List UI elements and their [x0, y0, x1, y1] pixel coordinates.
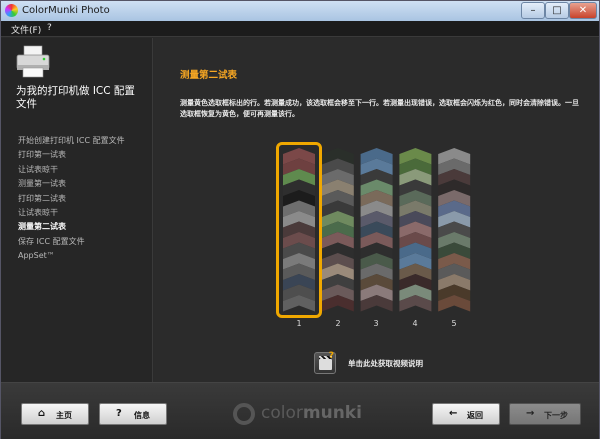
row-selector-highlight	[276, 142, 322, 318]
step-item: 让试表晾干	[18, 164, 58, 174]
colormunki-app-icon	[5, 4, 18, 17]
next-button[interactable]: → 下一步	[509, 403, 581, 425]
step-item: 打印第二试表	[18, 193, 66, 203]
home-icon: ⌂	[38, 408, 46, 419]
maximize-button[interactable]: □	[545, 2, 569, 19]
logo-text-munki: munki	[302, 403, 362, 423]
main-panel: 测量第二试表 测量黄色选取框标出的行。若测量成功，该选取框会移至下一行。若测量出…	[154, 38, 599, 382]
window-title: ColorMunki Photo	[22, 5, 110, 16]
strip-number: 1	[296, 319, 302, 328]
strip-number: 3	[373, 319, 379, 328]
test-chart-strips	[283, 148, 471, 312]
video-clapper-icon[interactable]: ?	[314, 351, 336, 374]
colormunki-logo: colormunki	[233, 401, 373, 427]
logo-ring-icon	[233, 403, 255, 425]
info-button[interactable]: ? 信息	[99, 403, 167, 425]
home-button[interactable]: ⌂ 主页	[21, 403, 89, 425]
strip-number: 5	[451, 319, 457, 328]
sidebar: 为我的打印机做 ICC 配置文件 开始创建打印机 ICC 配置文件 打印第一试表…	[1, 38, 153, 382]
info-button-label: 信息	[134, 411, 150, 420]
next-button-label: 下一步	[544, 411, 568, 420]
back-button-label: 返回	[467, 411, 483, 420]
minimize-button[interactable]: –	[521, 2, 545, 19]
strip-number: 4	[412, 319, 418, 328]
sidebar-title: 为我的打印机做 ICC 配置文件	[16, 85, 135, 110]
step-item-current: 测量第二试表	[18, 222, 66, 232]
close-button[interactable]: ✕	[569, 2, 597, 19]
logo-text-color: color	[261, 403, 303, 423]
step-item: 让试表晾干	[18, 207, 58, 217]
menu-file[interactable]: 文件(F)	[11, 23, 41, 36]
step-item: 开始创建打印机 ICC 配置文件	[18, 136, 125, 145]
step-item: AppSet™	[18, 251, 55, 261]
printer-icon	[16, 45, 50, 78]
arrow-left-icon: ←	[449, 408, 458, 419]
step-item: 打印第一试表	[18, 150, 66, 160]
strip-number: 2	[335, 319, 341, 328]
step-item: 保存 ICC 配置文件	[18, 236, 85, 246]
video-help-label[interactable]: 单击此处获取视频说明	[348, 358, 423, 369]
footer-bar: ⌂ 主页 ? 信息 colormunki ← 返回 → 下一步	[1, 382, 599, 439]
help-icon: ?	[116, 408, 122, 419]
arrow-right-icon: →	[526, 408, 535, 419]
menu-bar: 文件(F) ?	[1, 21, 599, 37]
video-help-link[interactable]: ? 单击此处获取视频说明	[314, 351, 574, 374]
step-item: 测量第一试表	[18, 179, 66, 189]
title-bar: ColorMunki Photo – □ ✕	[1, 1, 599, 21]
app-window: ColorMunki Photo – □ ✕ 文件(F) ? 为我的打印机做 I…	[0, 0, 600, 439]
home-button-label: 主页	[56, 411, 72, 420]
menu-help[interactable]: ?	[47, 23, 52, 33]
workflow-steps: 开始创建打印机 ICC 配置文件 打印第一试表 让试表晾干 测量第一试表 打印第…	[18, 134, 125, 264]
back-button[interactable]: ← 返回	[432, 403, 500, 425]
